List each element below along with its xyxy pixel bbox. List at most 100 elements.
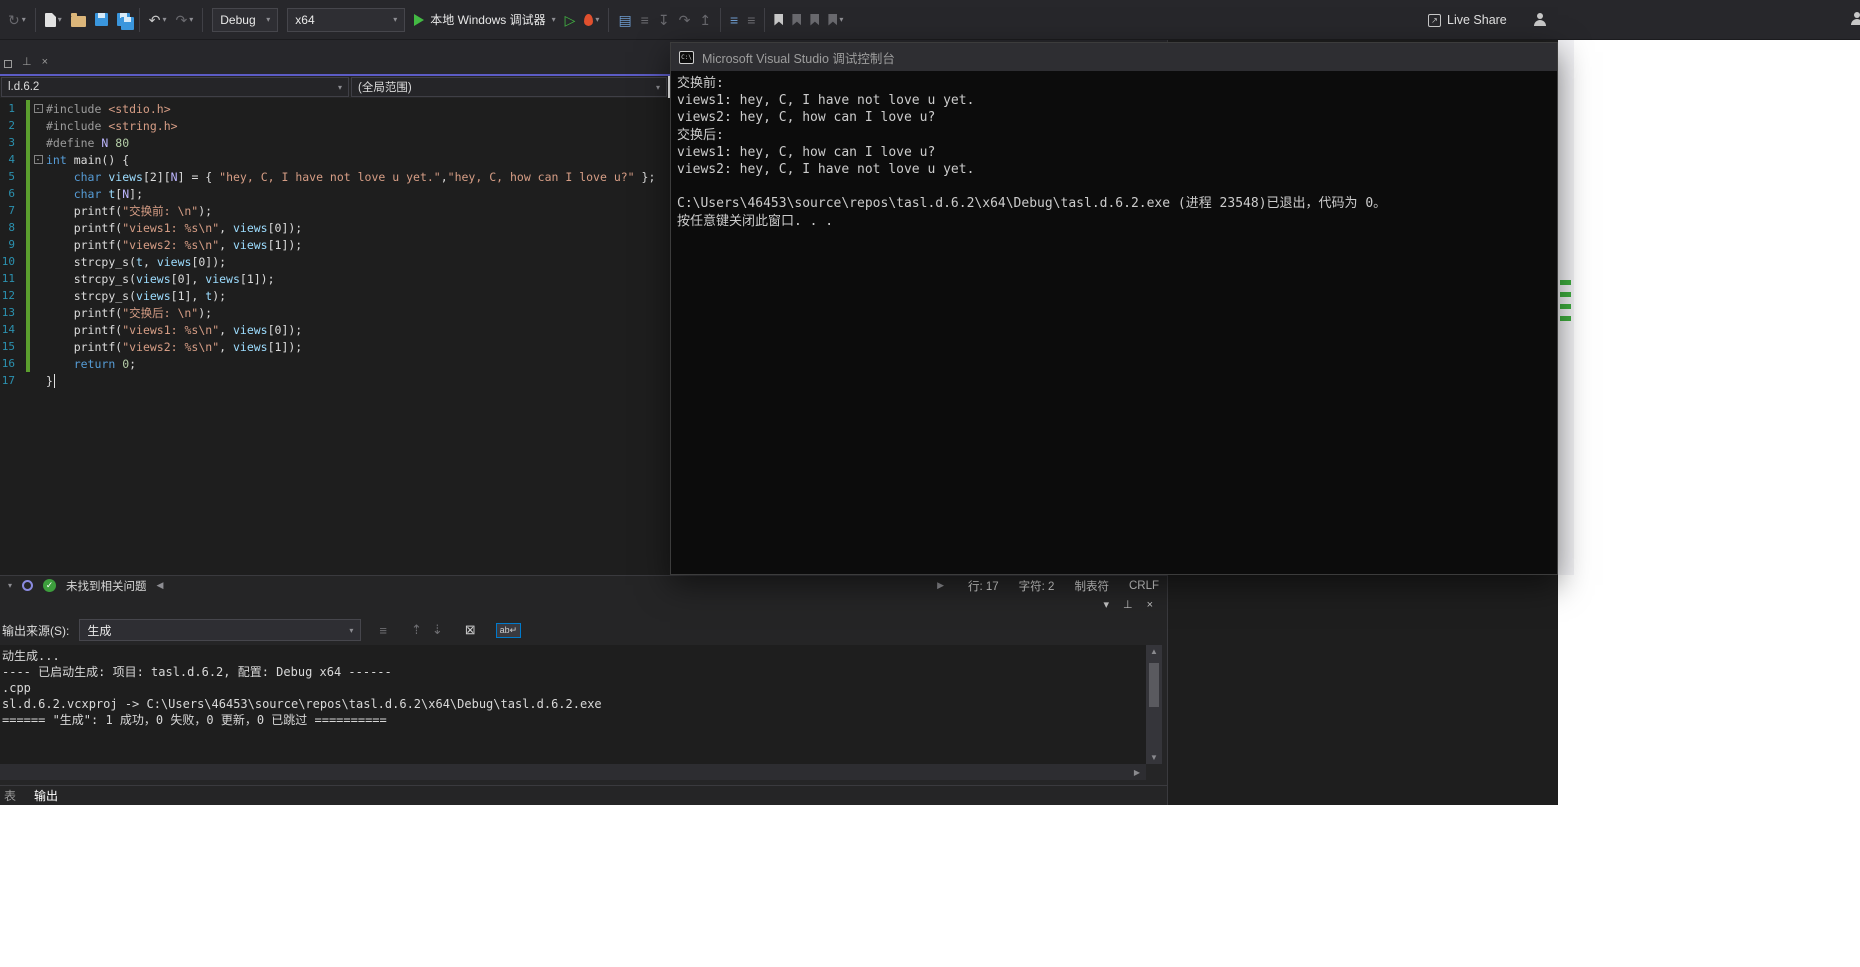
- line-number[interactable]: 1: [0, 102, 20, 115]
- scroll-up-icon[interactable]: ▲: [1150, 647, 1158, 656]
- undo-icon[interactable]: ↶ ▾: [149, 13, 167, 27]
- change-indicator: [26, 355, 30, 372]
- tab-output[interactable]: 输出: [34, 787, 58, 804]
- window-position-icon[interactable]: ▾: [1103, 599, 1109, 611]
- change-indicator: [26, 304, 30, 321]
- find-message-icon[interactable]: ≡: [379, 623, 387, 638]
- line-number[interactable]: 13: [0, 306, 20, 319]
- format-indent-decrease-icon[interactable]: ≡: [730, 13, 738, 27]
- output-text-area[interactable]: 动生成... ---- 已启动生成: 项目: tasl.d.6.2, 配置: De…: [0, 645, 1146, 764]
- saved-change-mark: [1560, 316, 1571, 321]
- console-output[interactable]: 交换前: views1: hey, C, I have not love u ye…: [671, 71, 1557, 234]
- fold-marker-icon[interactable]: -: [33, 155, 43, 164]
- close-icon[interactable]: ×: [1147, 599, 1153, 611]
- format-indent-increase-icon[interactable]: ≡: [747, 13, 755, 27]
- code-text: return 0;: [73, 356, 137, 371]
- scrollbar-thumb[interactable]: [1149, 663, 1159, 707]
- code-text: printf("views2: %s\n", views[1]);: [73, 339, 303, 354]
- hot-reload-icon[interactable]: ▾: [584, 13, 599, 26]
- console-title-bar[interactable]: C:\ Microsoft Visual Studio 调试控制台: [671, 43, 1557, 71]
- output-source-dropdown[interactable]: 生成 ▾: [79, 619, 362, 641]
- save-all-icon[interactable]: [116, 13, 134, 30]
- editor-scrollbar-strip[interactable]: [1558, 40, 1574, 575]
- change-indicator: [26, 202, 30, 219]
- change-indicator: [26, 321, 30, 338]
- live-share-button[interactable]: ↗ Live Share: [1428, 0, 1507, 40]
- caret-down-icon: ▾: [57, 14, 62, 24]
- watch-window-icon[interactable]: ≡: [641, 13, 649, 27]
- eol-indicator[interactable]: CRLF: [1129, 580, 1159, 592]
- platform-dropdown[interactable]: x64 ▾: [287, 7, 406, 32]
- debug-console-window[interactable]: C:\ Microsoft Visual Studio 调试控制台 交换前: vi…: [670, 42, 1558, 575]
- next-bookmark-icon[interactable]: [810, 13, 820, 26]
- document-dropdown[interactable]: l.d.6.2 ▾: [1, 77, 349, 97]
- line-number[interactable]: 8: [0, 221, 20, 234]
- word-wrap-toggle[interactable]: ab↵: [495, 622, 522, 638]
- tabs-indicator[interactable]: 制表符: [1074, 578, 1109, 594]
- solution-config-dropdown[interactable]: Debug ▾: [212, 7, 279, 32]
- pin-icon[interactable]: ⊥: [1123, 599, 1133, 611]
- health-menu-icon[interactable]: ▾: [8, 581, 12, 590]
- live-share-icon: ↗: [1428, 13, 1441, 27]
- fold-marker-icon[interactable]: -: [33, 104, 43, 113]
- code-text: #include <string.h>: [46, 118, 178, 133]
- scope-dropdown-value: (全局范围): [358, 82, 412, 94]
- step-out-icon[interactable]: ↥: [699, 13, 711, 27]
- line-number[interactable]: 2: [0, 119, 20, 132]
- line-number[interactable]: 10: [0, 255, 20, 268]
- code-text: printf("views1: %s\n", views[0]);: [73, 322, 303, 337]
- tab-error-list[interactable]: 表: [4, 787, 16, 804]
- expand-right-icon[interactable]: ▶: [937, 580, 944, 591]
- diagnostics-icon[interactable]: ▤: [618, 13, 631, 27]
- output-horizontal-scrollbar[interactable]: ▶: [0, 764, 1146, 780]
- line-number[interactable]: 15: [0, 340, 20, 353]
- next-message-icon[interactable]: ⇣: [432, 622, 443, 638]
- line-number[interactable]: 11: [0, 272, 20, 285]
- scroll-down-icon[interactable]: ▼: [1150, 753, 1158, 762]
- line-number[interactable]: 9: [0, 238, 20, 251]
- pin-icon[interactable]: ⊥: [22, 57, 32, 68]
- output-line: sl.d.6.2.vcxproj -> C:\Users\46453\sourc…: [2, 697, 602, 711]
- fold-column[interactable]: -: [30, 155, 46, 164]
- caret-down-icon: ▾: [189, 14, 194, 24]
- clear-all-icon[interactable]: ⊠: [465, 622, 476, 638]
- code-text: printf("views2: %s\n", views[1]);: [73, 237, 303, 252]
- line-number[interactable]: 17: [0, 374, 20, 387]
- close-icon[interactable]: ×: [42, 57, 48, 68]
- window-icon[interactable]: [4, 60, 12, 68]
- new-file-icon[interactable]: ▾: [44, 12, 62, 27]
- column-indicator[interactable]: 字符: 2: [1019, 578, 1055, 594]
- line-indicator[interactable]: 行: 17: [968, 578, 999, 594]
- line-number[interactable]: 6: [0, 187, 20, 200]
- open-folder-icon[interactable]: [70, 12, 86, 27]
- fold-column[interactable]: -: [30, 104, 46, 113]
- saved-change-mark: [1560, 280, 1571, 285]
- clear-bookmarks-icon[interactable]: ▾: [828, 13, 843, 26]
- save-icon[interactable]: [94, 13, 108, 26]
- start-without-debugging-icon[interactable]: ▷: [565, 13, 576, 27]
- code-text: int main() {: [46, 152, 130, 167]
- line-number[interactable]: 3: [0, 136, 20, 149]
- prev-bookmark-icon[interactable]: [792, 13, 802, 26]
- nav-history-icon[interactable]: ↻ ▾: [8, 13, 26, 27]
- scroll-right-icon[interactable]: ▶: [1134, 768, 1140, 777]
- scope-dropdown[interactable]: (全局范围) ▾: [351, 77, 667, 97]
- health-indicator-icon[interactable]: [22, 580, 34, 591]
- line-number[interactable]: 14: [0, 323, 20, 336]
- step-into-icon[interactable]: ↧: [658, 13, 670, 27]
- line-number[interactable]: 5: [0, 170, 20, 183]
- step-over-icon[interactable]: ↷: [679, 13, 691, 27]
- start-debugging-button[interactable]: 本地 Windows 调试器 ▾: [414, 11, 556, 28]
- console-line: 按任意键关闭此窗口. . .: [677, 213, 834, 229]
- line-number[interactable]: 4: [0, 153, 20, 166]
- saved-change-mark: [1560, 304, 1571, 309]
- change-indicator: [26, 287, 30, 304]
- redo-icon[interactable]: ↷ ▾: [176, 13, 194, 27]
- line-number[interactable]: 12: [0, 289, 20, 302]
- line-number[interactable]: 7: [0, 204, 20, 217]
- caret-down-icon: ▾: [655, 82, 660, 92]
- line-number[interactable]: 16: [0, 357, 20, 370]
- prev-message-icon[interactable]: ⇡: [411, 622, 422, 638]
- scroll-left-icon[interactable]: ◀: [157, 580, 164, 591]
- toggle-bookmark-icon[interactable]: [774, 13, 784, 26]
